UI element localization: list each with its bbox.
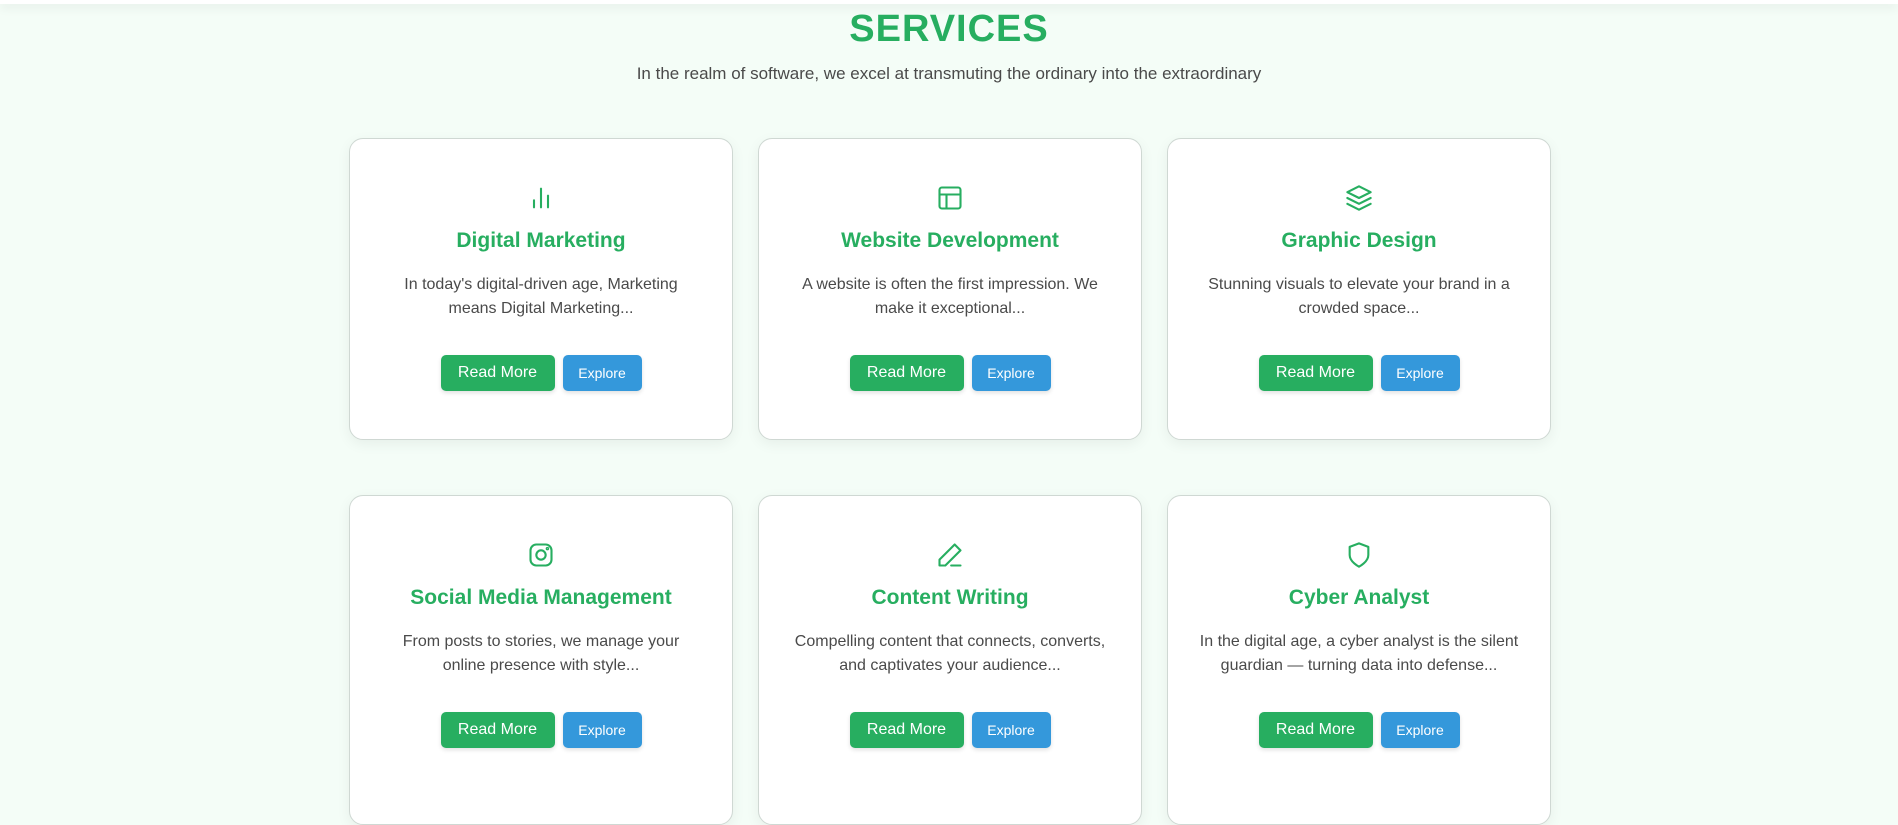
service-title: Social Media Management <box>410 586 672 609</box>
service-description: In the digital age, a cyber analyst is t… <box>1199 633 1519 674</box>
card-actions: Read More Explore <box>350 712 732 748</box>
explore-button[interactable]: Explore <box>971 712 1051 748</box>
explore-button[interactable]: Explore <box>1380 712 1460 748</box>
shield-icon <box>1345 541 1373 569</box>
explore-button[interactable]: Explore <box>562 355 642 391</box>
service-description: Stunning visuals to elevate your brand i… <box>1208 276 1510 317</box>
pen-icon <box>936 541 964 569</box>
read-more-button[interactable]: Read More <box>849 355 964 391</box>
card-actions: Read More Explore <box>759 712 1141 748</box>
services-grid: Digital Marketing In today's digital-dri… <box>349 138 1553 825</box>
read-more-button[interactable]: Read More <box>849 712 964 748</box>
read-more-button[interactable]: Read More <box>440 355 555 391</box>
service-title: Content Writing <box>871 586 1029 609</box>
section-title: SERVICES <box>849 8 1049 50</box>
service-card-content-writing: Content Writing Compelling content that … <box>758 495 1142 825</box>
read-more-button[interactable]: Read More <box>440 712 555 748</box>
bar-chart-icon <box>527 184 555 212</box>
service-description: A website is often the first impression.… <box>802 276 1098 317</box>
instagram-icon <box>527 541 555 569</box>
read-more-button[interactable]: Read More <box>1258 712 1373 748</box>
section-subtitle: In the realm of software, we excel at tr… <box>636 64 1262 83</box>
top-navbar-edge <box>0 0 1898 4</box>
card-actions: Read More Explore <box>1168 355 1550 391</box>
service-card-digital-marketing: Digital Marketing In today's digital-dri… <box>349 138 733 440</box>
service-description: In today's digital-driven age, Marketing… <box>404 276 678 317</box>
service-card-website-development: Website Development A website is often t… <box>758 138 1142 440</box>
service-card-graphic-design: Graphic Design Stunning visuals to eleva… <box>1167 138 1551 440</box>
service-card-social-media-management: Social Media Management From posts to st… <box>349 495 733 825</box>
layers-icon <box>1345 184 1373 212</box>
layout-icon <box>936 184 964 212</box>
service-title: Graphic Design <box>1281 229 1437 252</box>
service-card-cyber-analyst: Cyber Analyst In the digital age, a cybe… <box>1167 495 1551 825</box>
explore-button[interactable]: Explore <box>971 355 1051 391</box>
explore-button[interactable]: Explore <box>562 712 642 748</box>
explore-button[interactable]: Explore <box>1380 355 1460 391</box>
service-title: Digital Marketing <box>456 229 626 252</box>
card-actions: Read More Explore <box>350 355 732 391</box>
service-description: Compelling content that connects, conver… <box>794 633 1106 674</box>
read-more-button[interactable]: Read More <box>1258 355 1373 391</box>
service-description: From posts to stories, we manage your on… <box>402 633 680 674</box>
service-title: Cyber Analyst <box>1288 586 1430 609</box>
card-actions: Read More Explore <box>759 355 1141 391</box>
card-actions: Read More Explore <box>1168 712 1550 748</box>
service-title: Website Development <box>841 229 1059 252</box>
